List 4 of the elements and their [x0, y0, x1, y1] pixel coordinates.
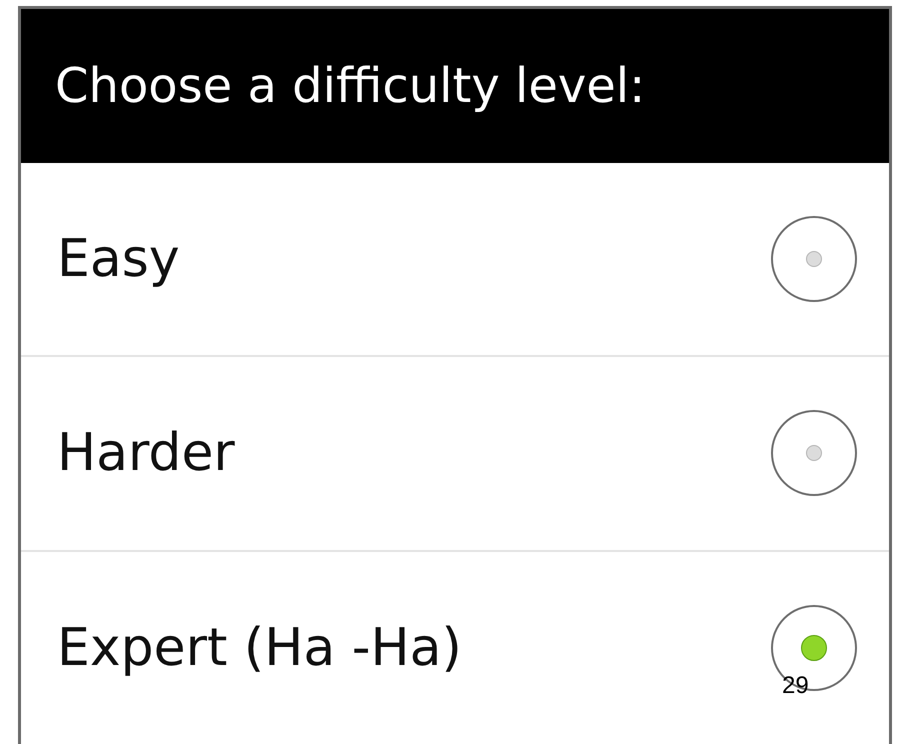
option-label: Expert (Ha -Ha) — [57, 622, 462, 674]
option-label: Harder — [57, 427, 235, 480]
option-label: Easy — [57, 233, 180, 286]
dialog-title: Choose a difficulty level: — [55, 62, 646, 110]
